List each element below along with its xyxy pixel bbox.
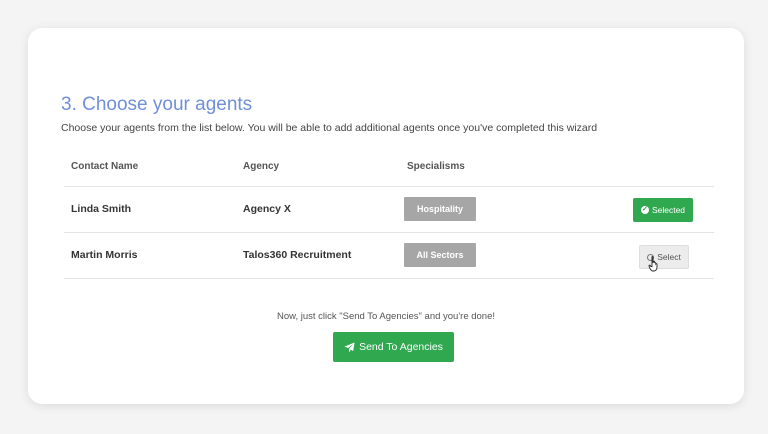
specialism-tag: Hospitality [404, 197, 476, 221]
hand-pointer-icon [648, 256, 658, 272]
select-button-label: Select [657, 252, 681, 262]
step-title: 3. Choose your agents [61, 94, 253, 115]
table-row: Martin Morris Talos360 Recruitment All S… [64, 233, 714, 279]
contact-name-cell: Linda Smith [71, 203, 132, 215]
header-specialisms: Specialisms [407, 161, 465, 172]
step-description: Choose your agents from the list below. … [61, 122, 598, 134]
wizard-card: 3. Choose your agents Choose your agents… [28, 28, 744, 404]
agency-cell: Talos360 Recruitment [243, 249, 352, 261]
selected-button[interactable]: ✓ Selected [633, 198, 693, 222]
send-to-agencies-button[interactable]: Send To Agencies [333, 332, 454, 362]
agents-table: Contact Name Agency Specialisms Linda Sm… [64, 152, 714, 279]
specialism-tag: All Sectors [404, 243, 476, 267]
paper-plane-icon [344, 341, 355, 353]
agency-cell: Agency X [243, 203, 291, 215]
select-button[interactable]: Select [639, 245, 689, 272]
header-agency: Agency [243, 161, 280, 172]
send-button-label: Send To Agencies [359, 341, 443, 353]
table-row: Linda Smith Agency X Hospitality ✓ Selec… [64, 187, 714, 233]
selected-button-label: Selected [651, 205, 686, 215]
contact-name-cell: Martin Morris [71, 249, 138, 261]
check-circle-icon: ✓ [640, 206, 649, 214]
footer-hint: Now, just click "Send To Agencies" and y… [276, 311, 496, 322]
header-contact-name: Contact Name [71, 161, 139, 172]
table-header: Contact Name Agency Specialisms [64, 152, 714, 187]
